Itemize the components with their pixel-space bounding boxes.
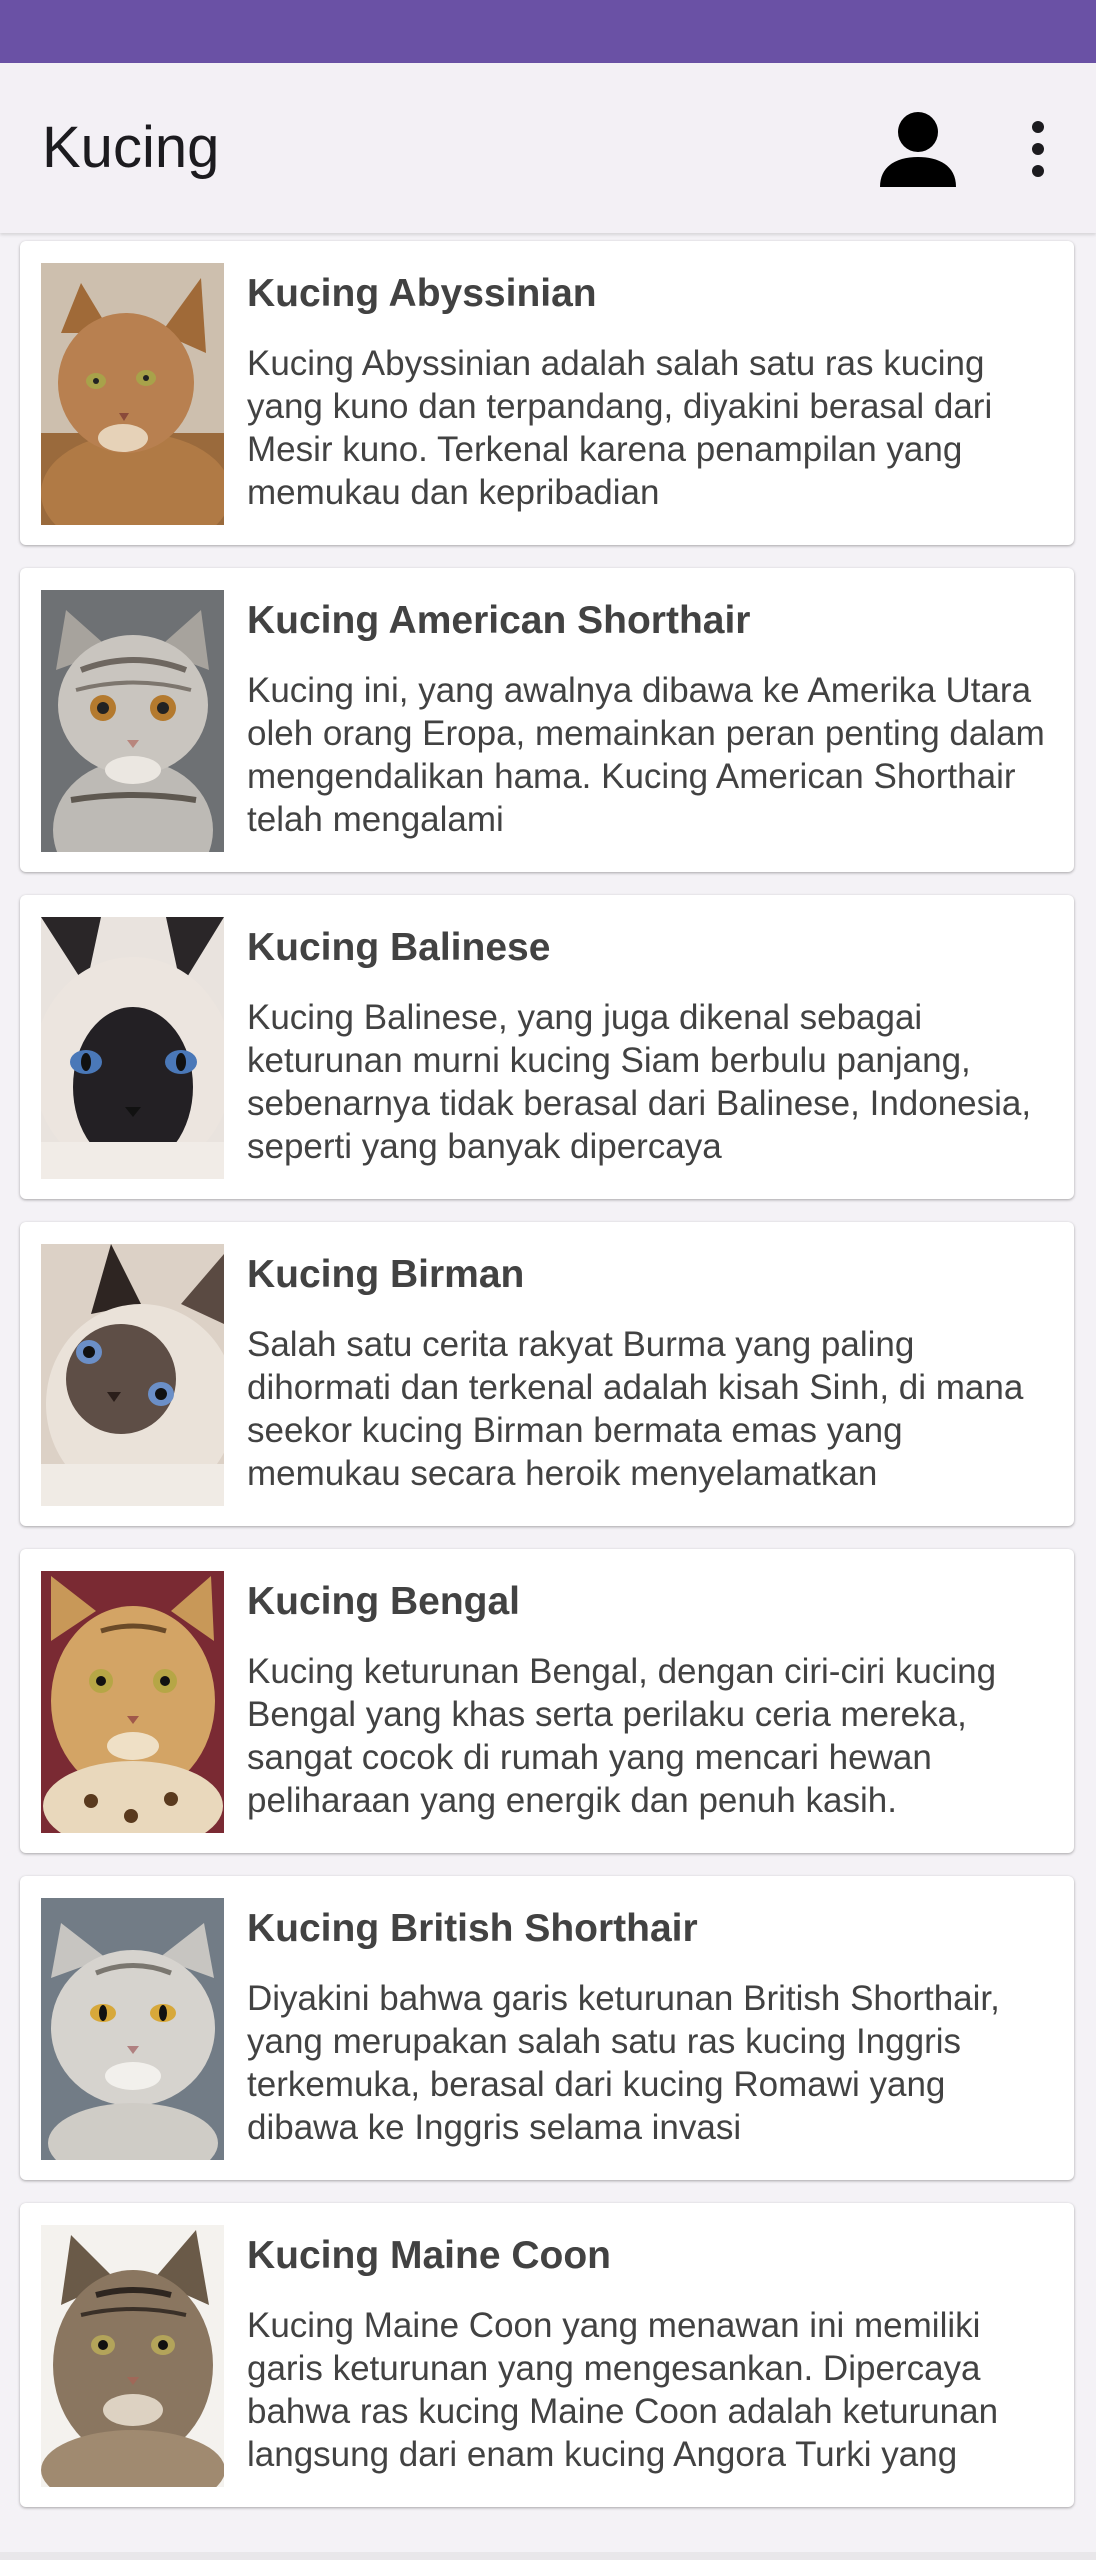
cat-card[interactable]: Kucing British Shorthair Diyakini bahwa …	[20, 1876, 1074, 2180]
cat-description: Kucing Abyssinian adalah salah satu ras …	[247, 344, 993, 512]
cat-description: Kucing ini, yang awalnya dibawa ke Ameri…	[247, 671, 1045, 839]
cat-photo	[41, 2225, 224, 2487]
person-icon[interactable]	[876, 107, 960, 191]
cat-card[interactable]: Kucing American Shorthair Kucing ini, ya…	[20, 568, 1074, 872]
cat-card[interactable]: Kucing Maine Coon Kucing Maine Coon yang…	[20, 2203, 1074, 2507]
cat-description: Salah satu cerita rakyat Burma yang pali…	[247, 1325, 1024, 1493]
cat-name: Kucing Maine Coon	[247, 2234, 611, 2277]
cat-description: Kucing Balinese, yang juga dikenal sebag…	[247, 998, 1032, 1166]
cat-card[interactable]: Kucing Birman Salah satu cerita rakyat B…	[20, 1222, 1074, 1526]
cat-photo	[41, 590, 224, 852]
cat-name: Kucing Bengal	[247, 1580, 521, 1623]
bottom-edge	[0, 2552, 1096, 2560]
cat-list: Kucing Abyssinian Kucing Abyssinian adal…	[20, 241, 1076, 2530]
cat-card[interactable]: Kucing Balinese Kucing Balinese, yang ju…	[20, 895, 1074, 1199]
app-title: Kucing	[42, 115, 220, 180]
cat-card[interactable]: Kucing Abyssinian Kucing Abyssinian adal…	[20, 241, 1074, 545]
cat-photo	[41, 1244, 224, 1506]
cat-photo	[41, 1571, 224, 1833]
cat-name: Kucing Balinese	[247, 926, 551, 969]
cat-description: Diyakini bahwa garis keturunan British S…	[247, 1979, 1000, 2147]
cat-card[interactable]: Kucing Bengal Kucing keturunan Bengal, d…	[20, 1549, 1074, 1853]
cat-name: Kucing American Shorthair	[247, 599, 751, 642]
cat-name: Kucing British Shorthair	[247, 1907, 698, 1950]
cat-description: Kucing keturunan Bengal, dengan ciri-cir…	[247, 1652, 997, 1820]
top-app-bar: Kucing	[0, 63, 1096, 233]
cat-description: Kucing Maine Coon yang menawan ini memil…	[247, 2306, 999, 2474]
status-bar	[0, 0, 1096, 63]
cat-photo	[41, 263, 224, 525]
cat-photo	[41, 917, 224, 1179]
cat-name: Kucing Abyssinian	[247, 272, 597, 315]
cat-name: Kucing Birman	[247, 1253, 525, 1296]
more-vert-icon[interactable]	[1012, 111, 1064, 187]
cat-photo	[41, 1898, 224, 2160]
